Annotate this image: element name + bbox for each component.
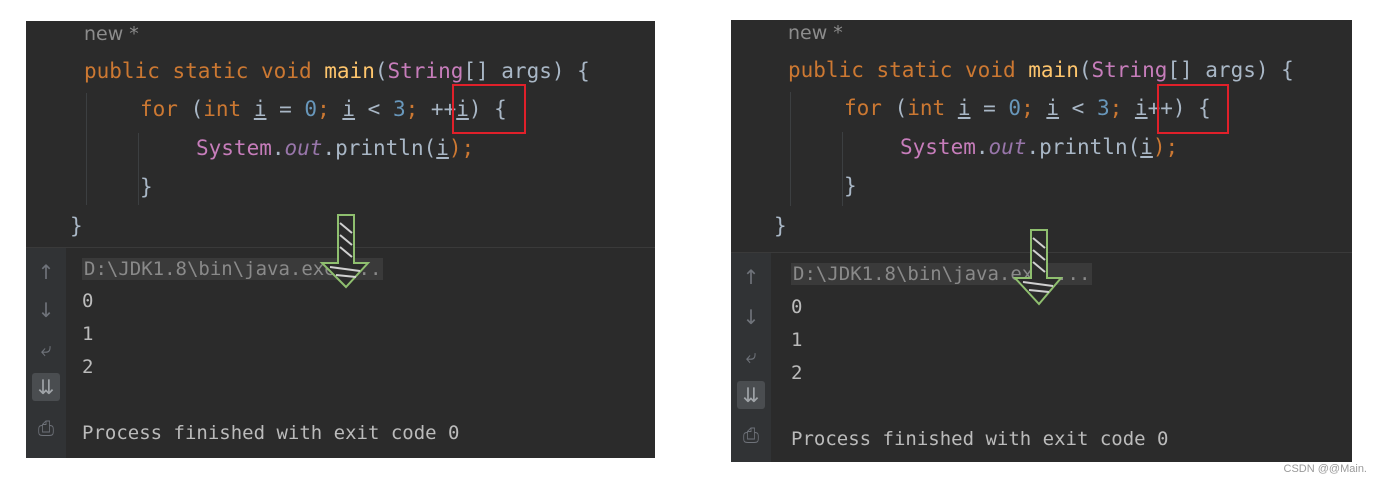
method-main: main (324, 59, 375, 83)
var-i: i (957, 96, 971, 120)
semicolon: ; (317, 97, 343, 121)
kw-int: int (907, 96, 946, 120)
down-arrow-icon[interactable]: ↓ (32, 296, 60, 324)
indent-guide (138, 133, 139, 205)
op-lt: < (1059, 96, 1097, 120)
output-line: 0 (791, 296, 803, 318)
op-lt: < (355, 97, 393, 121)
console-toolbar: ↑ ↓ ⤶ ⇊ ⎙ (26, 248, 66, 458)
op-eq: = (266, 97, 305, 121)
console-toolbar: ↑ ↓ ⤶ ⇊ ⎙ (731, 253, 771, 462)
kw-for: for (844, 96, 882, 120)
output-line: 1 (791, 329, 803, 351)
scroll-to-end-icon[interactable]: ⇊ (32, 373, 60, 401)
indent-guide (86, 93, 87, 205)
code-line-3: System.out.println(i); (196, 136, 474, 160)
code-line-4: } (844, 174, 857, 198)
num-zero: 0 (304, 97, 318, 121)
semicolon: ; (1109, 96, 1135, 120)
left-ide-panel: new * public static void main(String[] a… (26, 21, 655, 458)
type-string: String (1091, 58, 1168, 82)
class-system: System (196, 136, 272, 160)
var-i: i (1134, 96, 1148, 120)
kw-for: for (140, 97, 178, 121)
method-main: main (1028, 58, 1079, 82)
kw-void: void (261, 59, 312, 83)
process-finished: Process finished with exit code 0 (791, 428, 1169, 450)
down-arrow-annotation-icon (1012, 229, 1064, 306)
code-line-3: System.out.println(i); (900, 135, 1178, 159)
num-three: 3 (392, 97, 406, 121)
dot: . (975, 135, 989, 159)
num-three: 3 (1096, 96, 1110, 120)
dot: . (271, 136, 285, 160)
type-string: String (387, 59, 464, 83)
watermark: CSDN @@Main. (1283, 463, 1367, 475)
scroll-to-end-icon[interactable]: ⇊ (737, 381, 765, 409)
output-line: 2 (791, 362, 803, 384)
var-i: i (436, 136, 449, 160)
up-arrow-icon[interactable]: ↑ (737, 263, 765, 291)
field-out: out (988, 135, 1027, 159)
down-arrow-icon[interactable]: ↓ (737, 303, 765, 331)
paren: ( (177, 97, 204, 121)
highlight-box (452, 84, 526, 134)
code-line-5: } (70, 214, 83, 238)
output-line: 2 (82, 356, 94, 378)
right-ide-panel: new * public static void main(String[] a… (731, 20, 1352, 462)
var-i: i (1140, 135, 1153, 159)
highlight-box (1157, 84, 1229, 134)
output-line: 1 (82, 323, 94, 345)
kw-void: void (965, 58, 1016, 82)
soft-wrap-icon[interactable]: ⤶ (32, 335, 60, 363)
semicolon: ; (1021, 96, 1047, 120)
args: [] args) { (463, 59, 590, 83)
field-out: out (284, 136, 323, 160)
code-line-5: } (774, 214, 787, 238)
class-system: System (900, 135, 976, 159)
kw-int: int (203, 97, 242, 121)
up-arrow-icon[interactable]: ↑ (32, 258, 60, 286)
code-line-2: for (int i = 0; i < 3; i++) { (844, 96, 1211, 120)
code-line-1: public static void main(String[] args) { (788, 58, 1294, 82)
var-i: i (1046, 96, 1060, 120)
output-line: 0 (82, 290, 94, 312)
indent-guide (842, 132, 843, 206)
kw-public: public (788, 58, 864, 82)
code-line-1: public static void main(String[] args) { (84, 59, 590, 83)
paren-close: ); (448, 136, 475, 160)
process-finished: Process finished with exit code 0 (82, 422, 460, 444)
args: [] args) { (1167, 58, 1294, 82)
print-icon[interactable]: ⎙ (737, 421, 765, 449)
num-zero: 0 (1008, 96, 1022, 120)
down-arrow-annotation-icon (319, 214, 371, 289)
soft-wrap-icon[interactable]: ⤶ (737, 342, 765, 370)
indent-guide (790, 92, 791, 206)
var-i: i (253, 97, 267, 121)
kw-static: static (876, 58, 953, 82)
new-hint: new * (788, 22, 843, 44)
code-line-4: } (140, 175, 153, 199)
var-i: i (342, 97, 356, 121)
kw-static: static (172, 59, 249, 83)
op-eq: = (970, 96, 1009, 120)
semicolon: ; (405, 97, 431, 121)
code-editor[interactable]: new * public static void main(String[] a… (731, 20, 1352, 252)
print-icon[interactable]: ⎙ (32, 414, 60, 442)
method-println: .println( (1026, 135, 1141, 159)
paren: ( (1078, 58, 1092, 82)
method-println: .println( (322, 136, 437, 160)
paren: ( (374, 59, 388, 83)
kw-public: public (84, 59, 160, 83)
new-hint: new * (84, 23, 139, 45)
paren-close: ); (1152, 135, 1179, 159)
paren: ( (881, 96, 908, 120)
